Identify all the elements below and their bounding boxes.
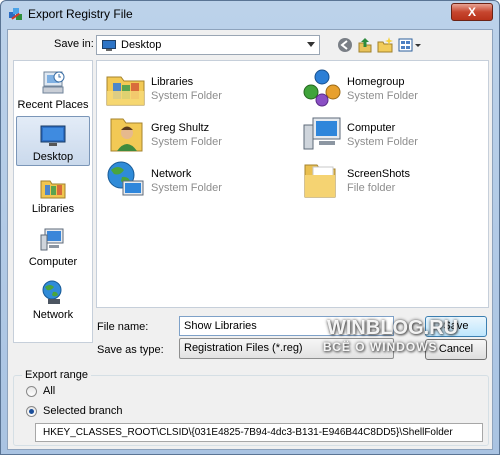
- title-bar[interactable]: Export Registry File X: [1, 1, 499, 27]
- window-title: Export Registry File: [28, 7, 133, 21]
- place-computer[interactable]: Computer: [16, 222, 90, 272]
- chevron-down-icon[interactable]: [307, 42, 315, 47]
- desktop-icon: [40, 125, 66, 146]
- recent-places-icon: [42, 71, 65, 94]
- user-folder-icon: [110, 118, 143, 152]
- item-name: Network: [151, 168, 192, 180]
- file-name-label: File name:: [97, 321, 149, 333]
- desktop-icon: [102, 39, 116, 51]
- computer-icon: [303, 117, 341, 150]
- list-item-screenshots[interactable]: ScreenShots File folder: [301, 159, 491, 203]
- radio-selected-branch[interactable]: [26, 406, 37, 417]
- radio-all-label[interactable]: All: [43, 385, 55, 397]
- item-name: ScreenShots: [347, 168, 410, 180]
- back-icon[interactable]: [336, 36, 354, 54]
- up-folder-icon[interactable]: [356, 36, 374, 54]
- place-recent-places[interactable]: Recent Places: [16, 65, 90, 115]
- item-type: System Folder: [151, 136, 222, 148]
- radio-selected-branch-label[interactable]: Selected branch: [43, 405, 123, 417]
- place-label: Desktop: [32, 151, 74, 163]
- libraries-icon: [40, 180, 66, 199]
- item-type: System Folder: [347, 90, 418, 102]
- folder-icon: [304, 164, 336, 198]
- item-type: System Folder: [151, 90, 222, 102]
- export-registry-dialog: Export Registry File X Save in: Desktop: [0, 0, 500, 455]
- place-label: Libraries: [31, 203, 75, 215]
- network-globe-icon: [107, 161, 144, 196]
- network-icon: [42, 280, 62, 304]
- list-item-homegroup[interactable]: Homegroup System Folder: [301, 67, 491, 111]
- homegroup-icon: [303, 69, 341, 107]
- place-label: Recent Places: [17, 99, 89, 111]
- radio-all[interactable]: [26, 386, 37, 397]
- place-label: Computer: [28, 256, 78, 268]
- places-bar: Recent Places Desktop Libraries Computer…: [13, 60, 93, 343]
- dialog-body: Save in: Desktop Recent Places Desktop L…: [7, 29, 493, 450]
- computer-icon: [40, 228, 64, 251]
- place-network[interactable]: Network: [16, 275, 90, 325]
- item-name: Computer: [347, 122, 396, 134]
- list-item-libraries[interactable]: Libraries System Folder: [105, 67, 295, 111]
- item-name: Homegroup: [347, 76, 405, 88]
- file-list[interactable]: Libraries System Folder Homegroup System…: [96, 60, 489, 308]
- libraries-folder-icon: [106, 76, 145, 106]
- item-name: Libraries: [151, 76, 194, 88]
- watermark: WINBLOG.RU ВСЁ О WINDOWS: [319, 317, 469, 361]
- item-name: Greg Shultz: [151, 122, 210, 134]
- branch-path-input[interactable]: HKEY_CLASSES_ROOT\CLSID\{031E4825-7B94-4…: [35, 423, 483, 442]
- item-type: System Folder: [347, 136, 418, 148]
- place-libraries[interactable]: Libraries: [16, 169, 90, 219]
- watermark-line-1: WINBLOG.RU: [327, 317, 459, 339]
- list-item-greg-shultz[interactable]: Greg Shultz System Folder: [105, 113, 295, 157]
- watermark-line-2: ВСЁ О WINDOWS: [323, 340, 438, 354]
- close-button[interactable]: X: [451, 3, 493, 21]
- place-desktop[interactable]: Desktop: [16, 116, 90, 166]
- place-label: Network: [32, 309, 74, 321]
- export-range-title: Export range: [22, 369, 91, 381]
- new-folder-icon[interactable]: [376, 36, 394, 54]
- item-type: File folder: [347, 182, 396, 194]
- views-menu-icon[interactable]: [398, 36, 422, 54]
- save-as-type-label: Save as type:: [97, 344, 164, 356]
- save-in-combo[interactable]: Desktop: [96, 35, 320, 55]
- registry-editor-icon: [9, 8, 22, 20]
- item-type: System Folder: [151, 182, 222, 194]
- list-item-network[interactable]: Network System Folder: [105, 159, 295, 203]
- export-range-group: Export range All Selected branch HKEY_CL…: [13, 369, 489, 446]
- list-item-computer[interactable]: Computer System Folder: [301, 113, 491, 157]
- save-in-value: Desktop: [121, 39, 162, 51]
- save-in-label: Save in:: [54, 38, 94, 50]
